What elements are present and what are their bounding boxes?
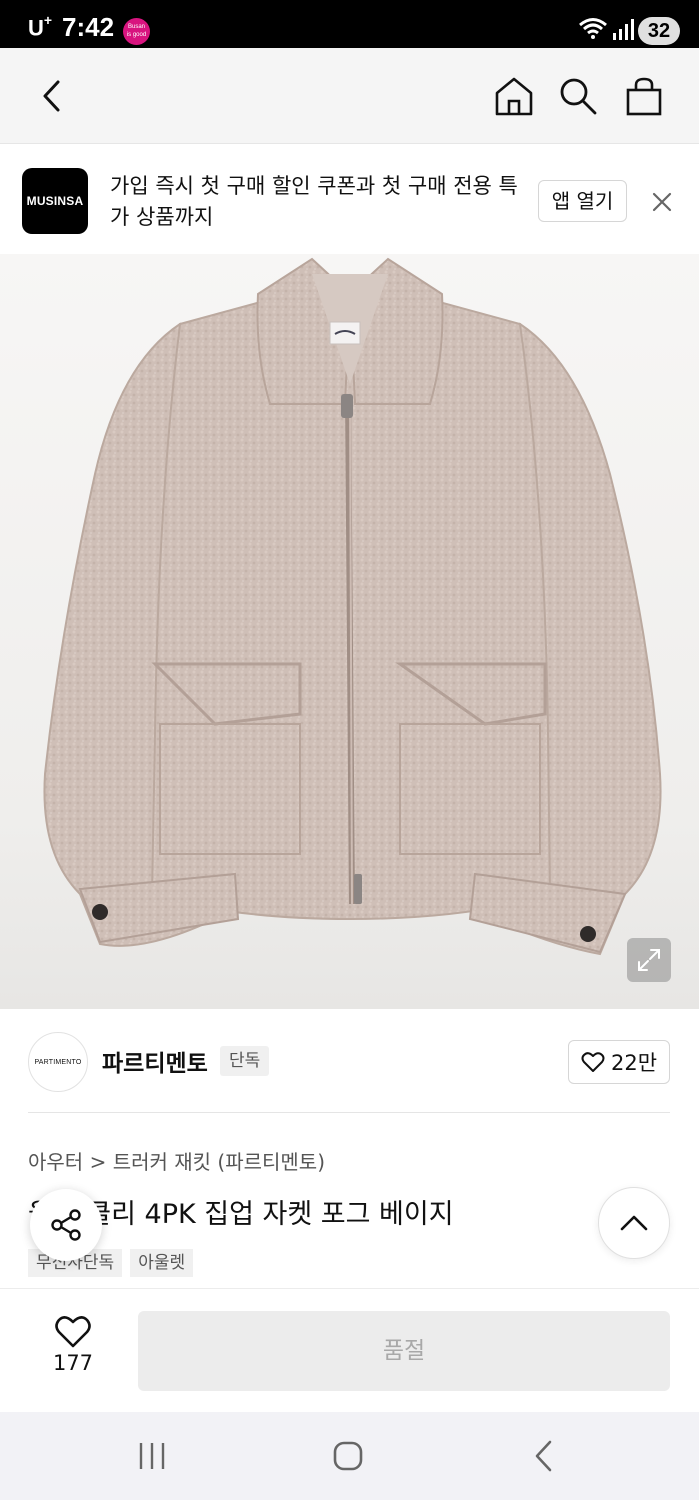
heart-icon xyxy=(55,1316,91,1348)
heart-icon xyxy=(581,1052,605,1072)
shopping-bag-icon xyxy=(626,77,662,116)
home-icon xyxy=(495,77,533,116)
search-icon xyxy=(560,78,597,115)
signal-icon xyxy=(613,19,634,40)
banner-message: 가입 즉시 첫 구매 할인 쿠폰과 첫 구매 전용 특가 상품까지 xyxy=(110,174,518,229)
system-navigation-bar xyxy=(0,1412,699,1500)
bottom-action-bar: 177 품절 xyxy=(0,1288,699,1412)
brand-like-button[interactable]: 22만 xyxy=(568,1040,670,1084)
chevron-left-icon xyxy=(535,1440,552,1472)
brand-like-count: 22만 xyxy=(610,1051,658,1075)
brand-logo[interactable]: PARTIMENTO xyxy=(28,1032,88,1092)
recents-icon xyxy=(139,1443,165,1469)
wifi-icon xyxy=(579,18,607,39)
back-button[interactable] xyxy=(28,72,76,120)
brand-name[interactable]: 파르티멘토 xyxy=(102,1044,208,1078)
exclusive-badge: 단독 xyxy=(220,1046,270,1076)
notification-badge-icon: Busan is good xyxy=(123,18,150,45)
share-button[interactable] xyxy=(30,1189,102,1261)
wishlist-button[interactable]: 177 xyxy=(40,1315,106,1391)
breadcrumb-separator: > xyxy=(89,1150,107,1174)
open-app-button[interactable]: 앱 열기 xyxy=(538,180,627,222)
top-nav-bar xyxy=(0,48,699,144)
app-download-banner: MUSINSA 가입 즉시 첫 구매 할인 쿠폰과 첫 구매 전용 특가 상품까… xyxy=(0,144,699,254)
share-icon xyxy=(51,1209,81,1241)
wishlist-count: 177 xyxy=(52,1351,94,1375)
status-time: 7:42 xyxy=(62,12,115,42)
battery-indicator: 32 xyxy=(638,17,680,45)
chevron-up-icon xyxy=(620,1215,648,1231)
breadcrumb: 아우터 > 트러커 재킷 (파르티멘토) xyxy=(28,1146,325,1175)
jacket-illustration xyxy=(43,257,662,956)
product-image[interactable] xyxy=(0,254,699,1009)
carrier-label: U+ xyxy=(28,12,53,41)
expand-icon xyxy=(638,949,660,971)
system-home-button[interactable] xyxy=(324,1434,372,1478)
status-bar: U+ 7:42 Busan is good 32 xyxy=(0,0,699,48)
tag-outlet: 아울렛 xyxy=(130,1249,194,1277)
musinsa-logo: MUSINSA xyxy=(22,168,88,234)
breadcrumb-subcategory[interactable]: 트러커 재킷 (파르티멘토) xyxy=(113,1150,325,1174)
search-button[interactable] xyxy=(554,72,602,120)
breadcrumb-category[interactable]: 아우터 xyxy=(28,1150,83,1174)
sold-out-button[interactable]: 품절 xyxy=(138,1311,670,1391)
close-icon[interactable] xyxy=(648,188,676,216)
home-circle-icon xyxy=(333,1441,363,1471)
chevron-left-icon xyxy=(43,80,60,112)
system-back-button[interactable] xyxy=(520,1434,568,1478)
home-button[interactable] xyxy=(490,72,538,120)
zoom-button[interactable] xyxy=(627,938,671,982)
recents-button[interactable] xyxy=(128,1434,176,1478)
scroll-to-top-button[interactable] xyxy=(598,1187,670,1259)
divider xyxy=(28,1112,670,1113)
cart-button[interactable] xyxy=(620,72,668,120)
brand-row: PARTIMENTO 파르티멘토 단독 22만 xyxy=(0,1010,699,1114)
